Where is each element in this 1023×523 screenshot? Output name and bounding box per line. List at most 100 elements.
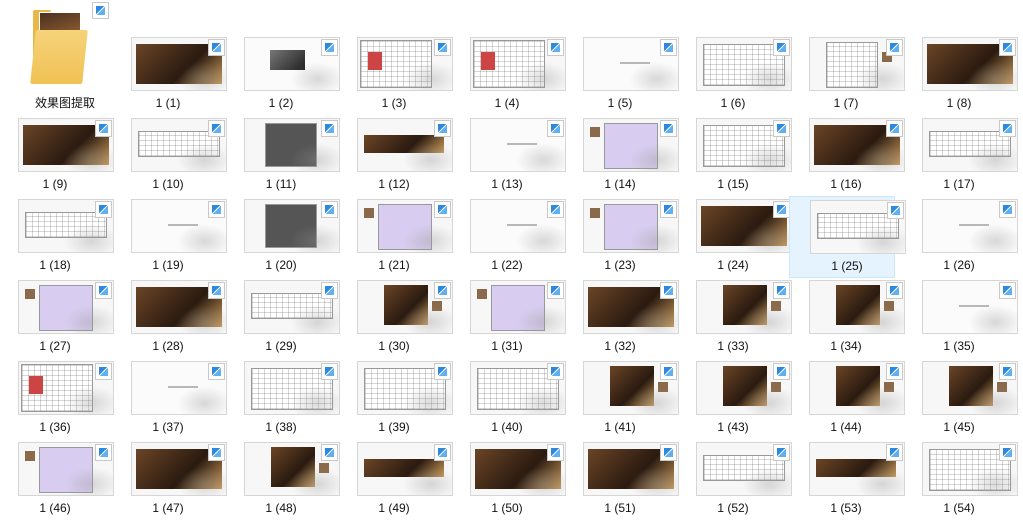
- file-thumbnail: [245, 443, 339, 495]
- shortcut-arrow-icon: [773, 444, 790, 461]
- file-label: 1 (51): [604, 501, 636, 515]
- file-item[interactable]: 1 (10): [113, 119, 226, 199]
- shortcut-arrow-icon: [95, 201, 112, 218]
- file-item[interactable]: 1 (31): [452, 281, 565, 361]
- file-label: 1 (26): [943, 258, 975, 272]
- file-item[interactable]: 1 (22): [452, 200, 565, 280]
- file-label: 1 (52): [717, 501, 749, 515]
- shortcut-arrow-icon: [660, 39, 677, 56]
- file-thumbnail: [923, 281, 1017, 333]
- file-item[interactable]: 1 (49): [339, 443, 452, 523]
- file-item[interactable]: 1 (13): [452, 119, 565, 199]
- file-thumbnail: [584, 200, 678, 252]
- file-item[interactable]: 1 (25): [789, 196, 905, 278]
- file-thumbnail: [811, 201, 905, 253]
- file-item[interactable]: 1 (18): [0, 200, 113, 280]
- file-item[interactable]: 1 (11): [226, 119, 339, 199]
- file-item[interactable]: 1 (44): [791, 362, 904, 442]
- file-label: 1 (44): [830, 420, 862, 434]
- file-item[interactable]: 1 (5): [565, 38, 678, 118]
- shortcut-arrow-icon: [547, 201, 564, 218]
- file-item[interactable]: 1 (48): [226, 443, 339, 523]
- file-item[interactable]: 1 (40): [452, 362, 565, 442]
- shortcut-arrow-icon: [547, 120, 564, 137]
- file-item[interactable]: 1 (20): [226, 200, 339, 280]
- shortcut-arrow-icon: [773, 363, 790, 380]
- file-item[interactable]: 1 (45): [904, 362, 1017, 442]
- file-item[interactable]: 1 (47): [113, 443, 226, 523]
- file-item[interactable]: 1 (17): [904, 119, 1017, 199]
- file-thumbnail: [697, 119, 791, 171]
- file-item[interactable]: 1 (1): [113, 38, 226, 118]
- file-label: 1 (40): [491, 420, 523, 434]
- file-item[interactable]: 1 (38): [226, 362, 339, 442]
- shortcut-arrow-icon: [434, 282, 451, 299]
- file-item[interactable]: 1 (6): [678, 38, 791, 118]
- file-thumbnail: [584, 38, 678, 90]
- shortcut-arrow-icon: [321, 120, 338, 137]
- file-item[interactable]: 1 (24): [678, 200, 791, 280]
- shortcut-arrow-icon: [773, 120, 790, 137]
- file-item[interactable]: 1 (23): [565, 200, 678, 280]
- file-item[interactable]: 1 (41): [565, 362, 678, 442]
- shortcut-arrow-icon: [999, 120, 1016, 137]
- file-item[interactable]: 1 (34): [791, 281, 904, 361]
- file-item[interactable]: 1 (30): [339, 281, 452, 361]
- file-item[interactable]: 1 (33): [678, 281, 791, 361]
- file-item[interactable]: 1 (9): [0, 119, 113, 199]
- file-item[interactable]: 1 (39): [339, 362, 452, 442]
- file-thumbnail: [245, 200, 339, 252]
- file-label: 1 (27): [39, 339, 71, 353]
- file-item[interactable]: 1 (54): [904, 443, 1017, 523]
- file-thumbnail: [245, 119, 339, 171]
- file-item[interactable]: 1 (35): [904, 281, 1017, 361]
- file-label: 1 (12): [378, 177, 410, 191]
- file-item[interactable]: 1 (50): [452, 443, 565, 523]
- file-item[interactable]: 1 (51): [565, 443, 678, 523]
- shortcut-arrow-icon: [999, 444, 1016, 461]
- file-item[interactable]: 1 (36): [0, 362, 113, 442]
- file-item[interactable]: 1 (27): [0, 281, 113, 361]
- file-thumbnail: [584, 362, 678, 414]
- file-item[interactable]: 1 (16): [791, 119, 904, 199]
- shortcut-arrow-icon: [321, 39, 338, 56]
- file-thumbnail: [471, 443, 565, 495]
- file-label: 1 (30): [378, 339, 410, 353]
- file-thumbnail: [471, 281, 565, 333]
- file-label: 1 (14): [604, 177, 636, 191]
- shortcut-arrow-icon: [887, 202, 904, 219]
- file-item[interactable]: 1 (26): [904, 200, 1017, 280]
- file-thumbnail: [697, 38, 791, 90]
- file-item[interactable]: 1 (37): [113, 362, 226, 442]
- file-item[interactable]: 1 (7): [791, 38, 904, 118]
- file-item[interactable]: 1 (15): [678, 119, 791, 199]
- file-item[interactable]: 1 (8): [904, 38, 1017, 118]
- file-label: 1 (28): [152, 339, 184, 353]
- file-item[interactable]: 1 (19): [113, 200, 226, 280]
- file-item[interactable]: 1 (46): [0, 443, 113, 523]
- file-thumbnail: [19, 119, 113, 171]
- file-thumbnail: [584, 281, 678, 333]
- file-label: 1 (11): [265, 177, 297, 191]
- file-thumbnail: [132, 443, 226, 495]
- shortcut-arrow-icon: [208, 444, 225, 461]
- file-item[interactable]: 1 (2): [226, 38, 339, 118]
- file-item[interactable]: 1 (14): [565, 119, 678, 199]
- file-item[interactable]: 1 (32): [565, 281, 678, 361]
- file-item[interactable]: 1 (28): [113, 281, 226, 361]
- file-item[interactable]: 1 (53): [791, 443, 904, 523]
- shortcut-arrow-icon: [999, 201, 1016, 218]
- shortcut-arrow-icon: [999, 282, 1016, 299]
- file-item[interactable]: 1 (12): [339, 119, 452, 199]
- file-item[interactable]: 1 (29): [226, 281, 339, 361]
- file-item[interactable]: 1 (3): [339, 38, 452, 118]
- file-item[interactable]: 1 (52): [678, 443, 791, 523]
- file-item[interactable]: 1 (4): [452, 38, 565, 118]
- file-item[interactable]: 1 (43): [678, 362, 791, 442]
- file-label: 1 (2): [268, 96, 294, 110]
- file-item[interactable]: 1 (21): [339, 200, 452, 280]
- folder-item[interactable]: 效果图提取: [0, 0, 130, 112]
- file-label: 1 (23): [604, 258, 636, 272]
- file-thumbnail: [358, 443, 452, 495]
- file-label: 1 (36): [39, 420, 71, 434]
